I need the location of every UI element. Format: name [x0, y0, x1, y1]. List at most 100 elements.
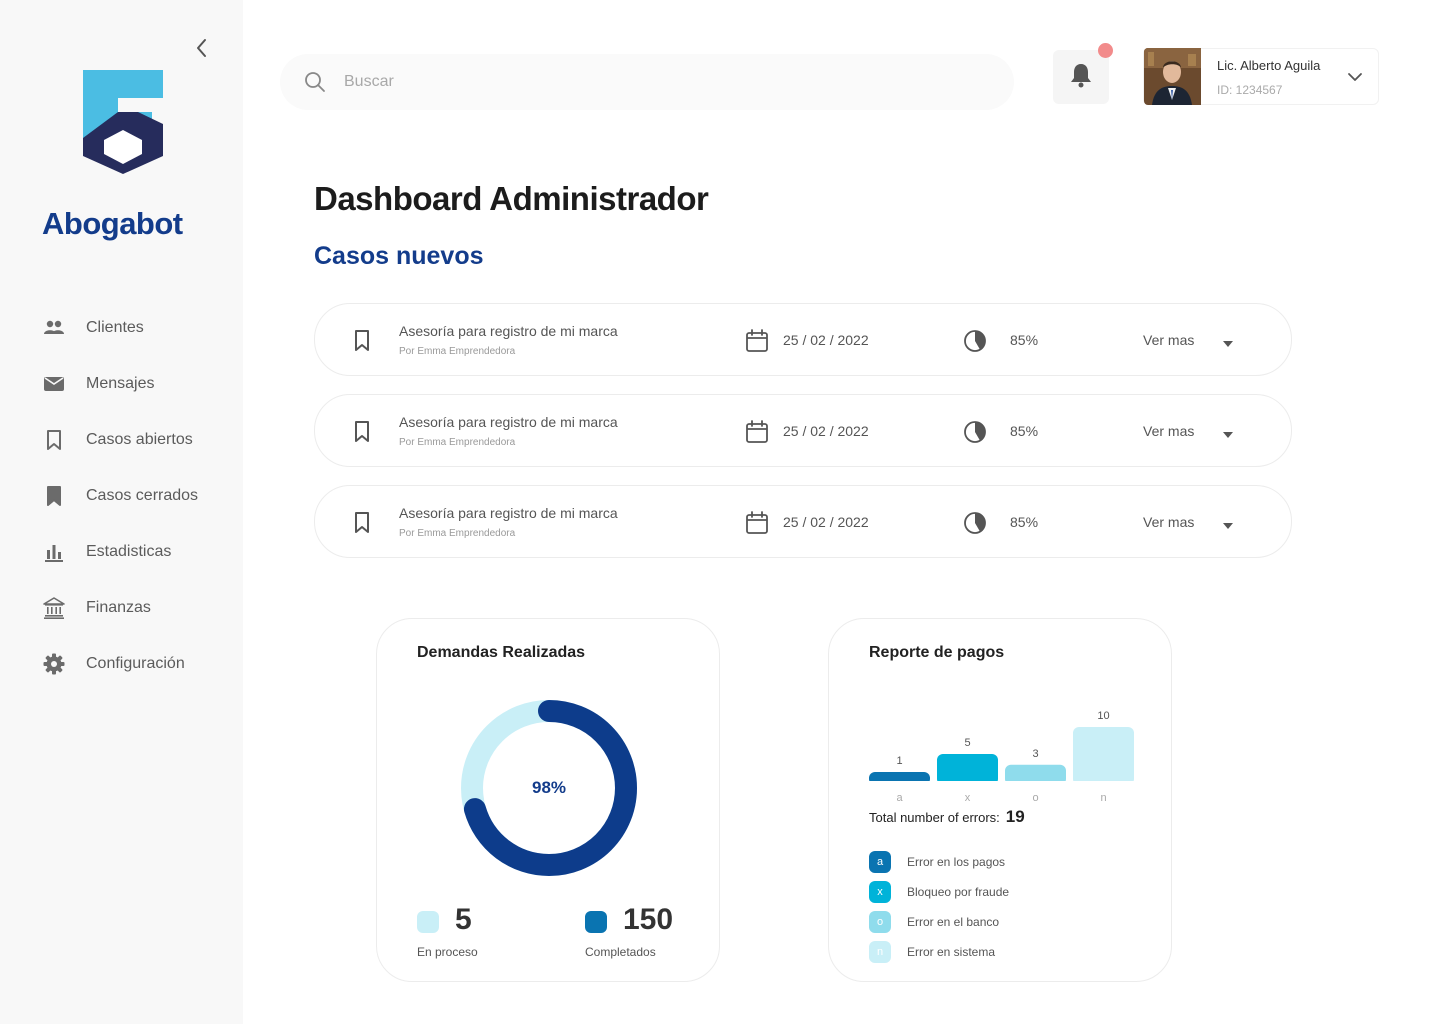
- caret-down-icon[interactable]: [1221, 336, 1235, 347]
- legend-label: Error en los pagos: [907, 855, 1006, 869]
- see-more-link[interactable]: Ver mas: [1143, 332, 1194, 348]
- bar-base-mask: [1072, 781, 1135, 789]
- envelope-icon: [42, 372, 66, 396]
- demandas-card: Demandas Realizadas 98% 5 En proceso 150…: [376, 618, 720, 982]
- calendar-icon: [745, 511, 769, 535]
- see-more-link[interactable]: Ver mas: [1143, 423, 1194, 439]
- case-progress: 85%: [1010, 514, 1039, 530]
- case-progress: 85%: [1010, 332, 1039, 348]
- sidebar-item-label: Clientes: [86, 319, 144, 336]
- avatar: [1144, 48, 1201, 105]
- legend-item: n Error en sistema: [869, 937, 1009, 967]
- sidebar-item-casos-abiertos[interactable]: Casos abiertos: [42, 412, 232, 468]
- sidebar-nav: Clientes Mensajes Casos abiertos Casos c…: [42, 300, 232, 692]
- case-title: Asesoría para registro de mi marca: [399, 505, 618, 521]
- legend-badge: n: [869, 941, 891, 963]
- stat-swatch: [585, 911, 607, 933]
- bar-value-label: 1: [896, 755, 902, 767]
- sidebar-item-clientes[interactable]: Clientes: [42, 300, 232, 356]
- case-title: Asesoría para registro de mi marca: [399, 414, 618, 430]
- sidebar-item-label: Configuración: [86, 655, 185, 672]
- sidebar-item-casos-cerrados[interactable]: Casos cerrados: [42, 468, 232, 524]
- search-bar: [280, 54, 1014, 110]
- sidebar-item-label: Mensajes: [86, 375, 155, 392]
- card-title: Demandas Realizadas: [417, 644, 586, 661]
- bar-chart: 1 a 5 x 3 o 10 n: [868, 710, 1135, 804]
- pagos-card: Reporte de pagos 1 a 5 x 3 o 10 n Total number …: [828, 618, 1172, 982]
- notifications-button[interactable]: [1053, 50, 1109, 104]
- bar-n: [1073, 727, 1134, 785]
- case-title: Asesoría para registro de mi marca: [399, 323, 618, 339]
- bookmark-outline-icon[interactable]: [351, 510, 373, 536]
- bar-value-label: 5: [964, 737, 970, 749]
- x-tick-label: x: [965, 792, 971, 804]
- progress-pie-icon: [963, 420, 987, 444]
- case-author: Por Emma Emprendedora: [399, 346, 516, 357]
- case-date: 25 / 02 / 2022: [783, 423, 869, 439]
- bar-base-mask: [868, 781, 931, 789]
- bar-value-label: 10: [1097, 710, 1109, 722]
- section-title: Casos nuevos: [314, 242, 484, 270]
- collapse-sidebar-icon[interactable]: [190, 36, 214, 60]
- sidebar-item-label: Finanzas: [86, 599, 151, 616]
- stat-swatch: [417, 911, 439, 933]
- brand-logo: [80, 68, 166, 176]
- bookmark-outline-icon[interactable]: [351, 328, 373, 354]
- legend-badge: a: [869, 851, 891, 873]
- case-row[interactable]: Asesoría para registro de mi marca Por E…: [314, 303, 1292, 376]
- sidebar-item-estadisticas[interactable]: Estadisticas: [42, 524, 232, 580]
- profile-id: ID: 1234567: [1217, 83, 1283, 97]
- user-profile-menu[interactable]: Lic. Alberto Aguila ID: 1234567: [1143, 48, 1379, 105]
- bookmark-outline-icon[interactable]: [351, 419, 373, 445]
- sidebar-item-mensajes[interactable]: Mensajes: [42, 356, 232, 412]
- notification-badge: [1098, 43, 1113, 58]
- bar-chart-icon: [42, 540, 66, 564]
- bell-icon: [1069, 62, 1093, 93]
- legend-item: o Error en el banco: [869, 907, 1009, 937]
- bar-x: [937, 754, 998, 785]
- case-progress: 85%: [1010, 423, 1039, 439]
- page-title: Dashboard Administrador: [314, 180, 709, 217]
- gear-icon: [42, 652, 66, 676]
- case-row[interactable]: Asesoría para registro de mi marca Por E…: [314, 394, 1292, 467]
- legend-label: Error en sistema: [907, 945, 996, 959]
- people-icon: [42, 316, 66, 340]
- total-label: Total number of errors:: [869, 810, 1000, 825]
- sidebar: Abogabot Clientes Mensajes Casos abierto…: [0, 0, 243, 1024]
- chart-legend: a Error en los pagos x Bloqueo por fraud…: [869, 847, 1009, 967]
- sidebar-item-configuracion[interactable]: Configuración: [42, 636, 232, 692]
- sidebar-item-finanzas[interactable]: Finanzas: [42, 580, 232, 636]
- bank-icon: [42, 596, 66, 620]
- progress-pie-icon: [963, 511, 987, 535]
- legend-badge: x: [869, 881, 891, 903]
- calendar-icon: [745, 420, 769, 444]
- legend-label: Bloqueo por fraude: [907, 885, 1010, 899]
- sidebar-item-label: Casos abiertos: [86, 431, 193, 448]
- progress-pie-icon: [963, 329, 987, 353]
- bookmark-filled-icon: [42, 484, 66, 508]
- x-tick-label: o: [1032, 792, 1038, 804]
- search-input[interactable]: [344, 73, 944, 91]
- legend-item: a Error en los pagos: [869, 847, 1009, 877]
- caret-down-icon[interactable]: [1221, 518, 1235, 529]
- case-date: 25 / 02 / 2022: [783, 514, 869, 530]
- bar-base-mask: [1004, 781, 1067, 789]
- brand-name: Abogabot: [42, 206, 183, 241]
- caret-down-icon[interactable]: [1221, 427, 1235, 438]
- calendar-icon: [745, 329, 769, 353]
- search-icon: [304, 71, 326, 93]
- bar-base-mask: [936, 781, 999, 789]
- chevron-down-icon[interactable]: [1346, 68, 1364, 86]
- stat-value: 5: [455, 903, 472, 936]
- profile-name: Lic. Alberto Aguila: [1217, 58, 1321, 73]
- sidebar-item-label: Casos cerrados: [86, 487, 199, 504]
- bar-value-label: 3: [1032, 748, 1038, 760]
- card-title: Reporte de pagos: [869, 644, 1005, 661]
- x-tick-label: n: [1100, 792, 1106, 804]
- stat-caption: En proceso: [417, 945, 478, 959]
- case-row[interactable]: Asesoría para registro de mi marca Por E…: [314, 485, 1292, 558]
- bookmark-outline-icon: [42, 428, 66, 452]
- legend-badge: o: [869, 911, 891, 933]
- see-more-link[interactable]: Ver mas: [1143, 514, 1194, 530]
- donut-percent: 98%: [531, 778, 567, 797]
